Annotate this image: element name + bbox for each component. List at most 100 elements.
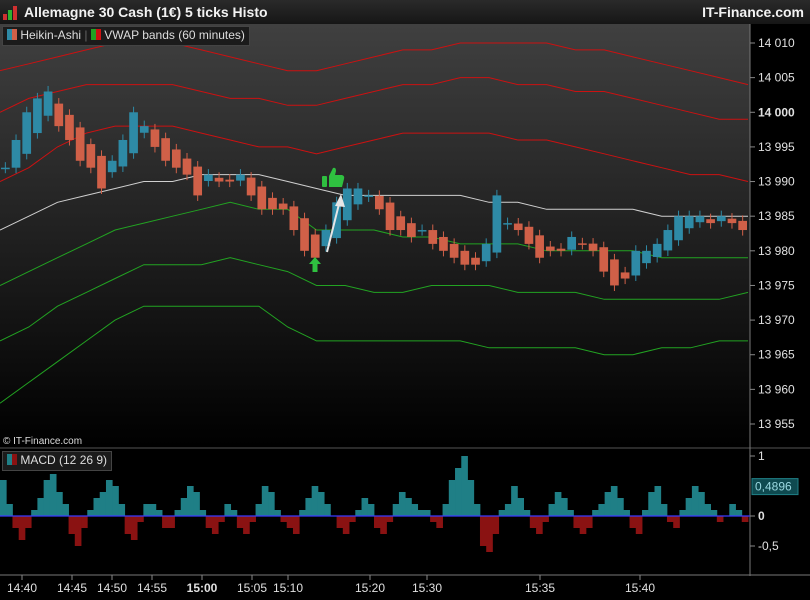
macd-bar <box>43 480 51 516</box>
candle-body <box>268 197 277 210</box>
candle-body <box>11 139 21 168</box>
macd-bar <box>623 510 630 516</box>
macd-legend[interactable]: MACD (12 26 9) <box>2 451 113 471</box>
macd-bar <box>448 480 456 516</box>
legend-bar[interactable]: Heikin-Ashi | VWAP bands (60 minutes) <box>2 26 250 46</box>
candle-body <box>375 195 384 210</box>
legend-vwap-bands: VWAP bands (60 minutes) <box>104 28 245 42</box>
macd-bar <box>305 498 313 516</box>
macd-bar <box>698 492 705 516</box>
candle-body <box>278 203 288 210</box>
macd-bar <box>741 516 749 522</box>
candle-body <box>706 219 715 224</box>
macd-bar <box>392 504 400 516</box>
macd-bar <box>386 516 394 522</box>
time-tick-label: 15:30 <box>412 581 442 595</box>
macd-bar <box>93 498 101 516</box>
legend-heikin-ashi: Heikin-Ashi <box>20 28 82 42</box>
candle-body <box>332 202 341 239</box>
macd-bar <box>243 516 250 534</box>
candle-body <box>193 166 203 196</box>
candle-body <box>171 149 181 168</box>
macd-bar <box>679 510 687 516</box>
price-tick-label: 14 000 <box>758 105 795 119</box>
macd-bar <box>149 504 157 516</box>
macd-last-value: 0,4896 <box>751 478 799 496</box>
candle-body <box>118 139 128 167</box>
macd-bar <box>218 516 225 522</box>
candle-body <box>631 250 641 276</box>
macd-bar <box>336 516 344 528</box>
chart-canvas[interactable]: 14 010 14 005 14 000 13 995 13 990 13 985 13 9… <box>0 24 810 600</box>
candle-body <box>439 236 448 251</box>
candle-body <box>75 127 85 161</box>
candle-body <box>513 223 523 231</box>
candle-body <box>86 144 96 168</box>
candle-body <box>567 236 577 250</box>
macd-bar <box>380 516 387 534</box>
macd-bar <box>0 480 7 516</box>
candle-body <box>161 138 170 161</box>
macd-bar <box>561 498 568 516</box>
price-tick-label: 13 995 <box>758 140 795 154</box>
time-tick-label: 15:00 <box>187 581 218 595</box>
macd-bar <box>548 504 556 516</box>
macd-bar <box>405 498 412 516</box>
macd-bar <box>635 516 643 534</box>
candle-body <box>588 243 598 251</box>
macd-bar <box>99 492 107 516</box>
candle-body <box>652 243 662 257</box>
candle-body <box>545 246 555 251</box>
macd-bar <box>704 504 711 516</box>
time-tick-label: 14:45 <box>57 581 87 595</box>
macd-bar <box>6 504 13 516</box>
price-tick-label: 13 990 <box>758 175 795 189</box>
macd-bar <box>118 504 126 516</box>
macd-bar <box>24 516 32 528</box>
candle-body <box>353 188 363 205</box>
time-axis-ticks: 14:40 14:45 14:50 14:55 15:00 15:05 15:10 15:20… <box>7 575 655 595</box>
macd-bar <box>68 516 76 534</box>
candle-body <box>417 230 427 232</box>
time-tick-label: 15:40 <box>625 581 655 595</box>
macd-bar <box>355 510 362 516</box>
macd-bar <box>124 516 132 534</box>
macd-bar <box>710 510 718 516</box>
candle-body <box>342 188 352 221</box>
macd-bar <box>280 516 288 522</box>
candle-body <box>182 158 192 175</box>
candle-body <box>33 98 42 134</box>
price-pane-background <box>0 24 750 447</box>
candle-body <box>97 155 106 189</box>
candle-body <box>674 216 683 241</box>
macd-bar <box>12 516 20 528</box>
price-tick-label: 14 010 <box>758 36 795 50</box>
macd-bar <box>236 516 244 528</box>
macd-bar <box>598 504 606 516</box>
macd-bar <box>187 486 194 516</box>
candle-body <box>139 126 149 133</box>
macd-bar <box>567 510 574 516</box>
macd-bar <box>105 480 113 516</box>
macd-bar <box>523 510 531 516</box>
macd-bar <box>367 504 375 516</box>
macd-bar <box>174 510 182 516</box>
macd-bar <box>729 504 736 516</box>
macd-bar <box>317 492 325 516</box>
macd-bar <box>492 516 500 534</box>
candle-body <box>449 243 459 258</box>
candle-body <box>236 174 245 181</box>
price-tick-label: 14 005 <box>758 71 795 85</box>
macd-bar <box>255 504 263 516</box>
vwap-swatch-upper <box>95 29 101 40</box>
candle-body <box>716 216 726 222</box>
candle-body <box>107 160 117 173</box>
macd-last-value-label: 0,4896 <box>755 480 792 494</box>
macd-bar <box>417 510 425 516</box>
macd-bar <box>654 486 662 516</box>
macd-bar <box>292 516 300 534</box>
candle-body <box>503 223 512 225</box>
macd-bar <box>585 516 593 528</box>
macd-bar <box>112 486 119 516</box>
macd-bar <box>311 486 319 516</box>
